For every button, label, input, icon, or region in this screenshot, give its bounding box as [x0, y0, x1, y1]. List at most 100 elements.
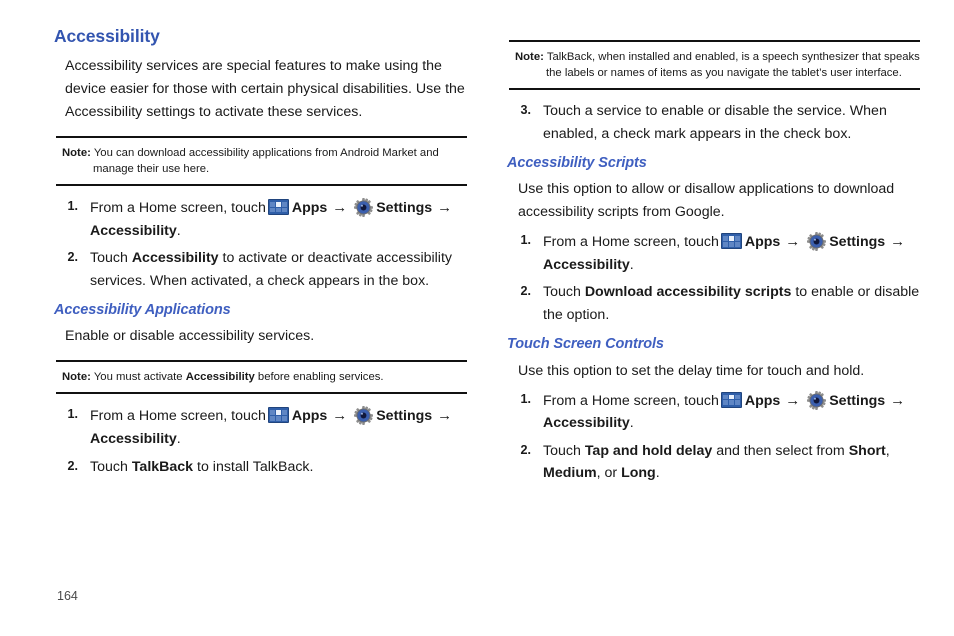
- step-text-a: Touch: [543, 284, 585, 301]
- note-label: Note:: [62, 147, 91, 159]
- settings-label: Settings: [829, 234, 886, 251]
- two-column-layout: Accessibility Accessibility services are…: [0, 0, 954, 490]
- note-text-c: before enabling services.: [254, 371, 384, 384]
- step-text-pre: From a Home screen, touch: [90, 408, 266, 425]
- steps-list-talkback: 1. From a Home screen, touch Apps → Setti…: [54, 404, 467, 478]
- apps-grid-icon: [720, 233, 742, 250]
- note-label: Note:: [515, 51, 544, 63]
- step-text-pre: From a Home screen, touch: [90, 200, 266, 217]
- subheading-accessibility-applications: Accessibility Applications: [54, 302, 231, 319]
- steps-list-activate-accessibility: 1. From a Home screen, touch Apps → Setti…: [54, 196, 467, 292]
- note-box-activate-first: Note: You must activate Accessibility be…: [56, 360, 467, 395]
- settings-gear-icon: [354, 406, 374, 426]
- step-tail-label: Accessibility: [543, 257, 630, 274]
- step-number: 2.: [520, 442, 531, 457]
- step-text-c: to install TalkBack.: [193, 458, 314, 475]
- page-title: Accessibility: [54, 26, 160, 46]
- note-box-talkback-description: Note: TalkBack, when installed and enabl…: [509, 40, 920, 91]
- step-text: From a Home screen, touch Apps → Settings…: [543, 230, 920, 276]
- step-text-i: .: [655, 465, 660, 482]
- step-number: 2.: [67, 250, 78, 265]
- apps-label: Apps: [291, 408, 328, 425]
- scripts-intro-paragraph: Use this option to allow or disallow app…: [518, 181, 895, 221]
- list-item: 1. From a Home screen, touch Apps → Setti…: [507, 389, 920, 435]
- arrow-icon-2: →: [890, 233, 906, 251]
- step-text: From a Home screen, touch Apps → Settings…: [543, 389, 920, 435]
- step-text-bold: Download accessibility scripts: [584, 284, 792, 301]
- settings-gear-icon: [354, 198, 374, 218]
- intro-paragraph: Accessibility services are special featu…: [65, 58, 465, 120]
- step-number: 1.: [520, 391, 531, 406]
- step-text: From a Home screen, touch Apps → Settings…: [90, 196, 467, 242]
- step-text-pre: From a Home screen, touch: [543, 234, 719, 251]
- list-item: 1. From a Home screen, touch Apps → Setti…: [507, 230, 920, 276]
- note-text-a: You must activate: [93, 371, 186, 384]
- step-number: 1.: [67, 199, 78, 214]
- steps-list-touch: 1. From a Home screen, touch Apps → Setti…: [507, 389, 920, 485]
- list-item: 2. Touch TalkBack to install TalkBack.: [54, 456, 467, 478]
- step-tail-period: .: [176, 222, 181, 239]
- list-item: 3. Touch a service to enable or disable …: [507, 100, 920, 145]
- step-option-long: Long: [621, 465, 656, 482]
- apps-label: Apps: [291, 200, 328, 217]
- note-text: TalkBack, when installed and enabled, is…: [546, 51, 920, 80]
- step-tail-period: .: [629, 415, 634, 432]
- step-text: Touch Download accessibility scripts to …: [543, 281, 920, 326]
- arrow-icon: →: [332, 407, 348, 425]
- step-text: Touch Tap and hold delay and then select…: [543, 440, 920, 485]
- left-column: Accessibility Accessibility services are…: [54, 26, 467, 490]
- step-option-medium: Medium: [543, 465, 597, 482]
- step-text-bold: Accessibility: [131, 250, 219, 267]
- subheading-accessibility-scripts: Accessibility Scripts: [507, 154, 647, 171]
- step-text-a: Touch: [90, 250, 132, 267]
- steps-list-continued: 3. Touch a service to enable or disable …: [507, 100, 920, 145]
- step-text-bold: Tap and hold delay: [584, 442, 713, 459]
- list-item: 1. From a Home screen, touch Apps → Setti…: [54, 196, 467, 242]
- step-tail-label: Accessibility: [90, 431, 177, 448]
- apps-grid-icon: [720, 391, 742, 408]
- arrow-icon: →: [785, 391, 801, 409]
- step-text: From a Home screen, touch Apps → Settings…: [90, 404, 467, 450]
- step-number: 3.: [520, 103, 531, 118]
- touch-intro-paragraph: Use this option to set the delay time fo…: [518, 362, 865, 379]
- step-text-e: ,: [885, 442, 890, 459]
- step-text-a: Touch: [543, 442, 585, 459]
- list-item: 2. Touch Accessibility to activate or de…: [54, 247, 467, 292]
- note-text: You can download accessibility applicati…: [93, 147, 439, 176]
- step-text-g: , or: [596, 465, 622, 482]
- arrow-icon-2: →: [437, 407, 453, 425]
- apps-label: Apps: [744, 392, 781, 409]
- note-box-download-apps: Note: You can download accessibility app…: [56, 136, 467, 187]
- step-text-bold: TalkBack: [131, 458, 194, 475]
- step-number: 1.: [520, 233, 531, 248]
- note-label: Note:: [62, 371, 91, 384]
- sub-intro-paragraph: Enable or disable accessibility services…: [65, 328, 315, 345]
- step-number: 2.: [67, 458, 78, 473]
- step-number: 1.: [67, 407, 78, 422]
- step-tail-label: Accessibility: [543, 415, 630, 432]
- step-text: Touch TalkBack to install TalkBack.: [90, 456, 467, 478]
- list-item: 1. From a Home screen, touch Apps → Setti…: [54, 404, 467, 450]
- step-tail-period: .: [176, 431, 181, 448]
- arrow-icon-2: →: [890, 391, 906, 409]
- step-option-short: Short: [848, 442, 886, 459]
- step-tail-label: Accessibility: [90, 222, 177, 239]
- settings-gear-icon: [807, 232, 827, 252]
- settings-label: Settings: [829, 392, 886, 409]
- step-tail-period: .: [629, 257, 634, 274]
- step-text: Touch a service to enable or disable the…: [543, 103, 887, 142]
- steps-list-scripts: 1. From a Home screen, touch Apps → Setti…: [507, 230, 920, 326]
- settings-label: Settings: [376, 408, 433, 425]
- step-text: Touch Accessibility to activate or deact…: [90, 247, 467, 292]
- right-column: Note: TalkBack, when installed and enabl…: [507, 26, 920, 490]
- list-item: 2. Touch Download accessibility scripts …: [507, 281, 920, 326]
- arrow-icon: →: [332, 199, 348, 217]
- apps-grid-icon: [267, 199, 289, 216]
- note-text-bold: Accessibility: [185, 371, 255, 384]
- document-page: Accessibility Accessibility services are…: [0, 0, 954, 636]
- subheading-touch-screen-controls: Touch Screen Controls: [507, 336, 664, 353]
- arrow-icon: →: [785, 233, 801, 251]
- settings-gear-icon: [807, 390, 827, 410]
- step-text-a: Touch: [90, 458, 132, 475]
- step-text-c: and then select from: [712, 442, 849, 459]
